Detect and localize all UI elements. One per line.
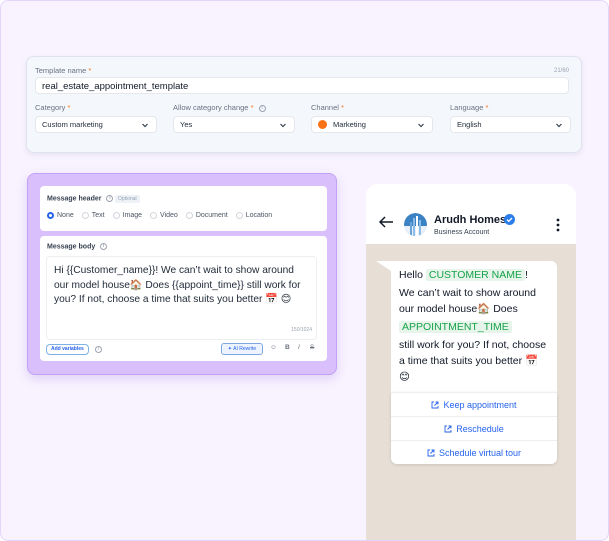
message-line: We can’t wait to show around our model h… (399, 287, 536, 315)
chevron-down-icon (418, 123, 424, 128)
radio-icon (81, 212, 89, 219)
message-body-title: Message body i (47, 243, 108, 250)
message-header-title: Message header i (47, 195, 114, 202)
channel-select[interactable]: Marketing (311, 116, 433, 133)
radio-text[interactable]: Text (81, 212, 105, 219)
radio-icon (150, 212, 158, 219)
message-editor-card: Message header i Optional None Text Imag… (27, 173, 337, 375)
language-label: Language * (450, 103, 489, 112)
channel-label: Channel * (311, 103, 344, 112)
radio-icon (235, 212, 243, 219)
chat-background: Hello CUSTOMER NAME! We can’t wait to sh… (366, 244, 576, 540)
language-select[interactable]: English (450, 116, 571, 133)
allow-category-change-label: Allow category change * i (173, 103, 266, 112)
ai-rewrite-button[interactable]: ✦ AI Rewrite (221, 343, 263, 355)
allow-category-change-select[interactable]: Yes (173, 116, 295, 133)
radio-selected-icon (47, 212, 54, 219)
body-char-count: 150/1024 (291, 326, 312, 333)
radio-image[interactable]: Image (112, 212, 142, 219)
more-options-icon[interactable] (556, 218, 560, 232)
template-name-label: Template name * (35, 66, 92, 75)
category-label: Category * (35, 103, 71, 112)
chevron-down-icon (142, 123, 148, 128)
business-name: Arudh Homes (434, 214, 507, 226)
message-bubble: Hello CUSTOMER NAME! We can’t wait to sh… (391, 261, 557, 400)
chat-header: Arudh Homes Business Account (366, 184, 576, 244)
category-select[interactable]: Custom marketing (35, 116, 157, 133)
info-icon[interactable]: i (258, 104, 266, 112)
italic-icon[interactable]: I (298, 344, 300, 351)
optional-badge: Optional (115, 195, 140, 203)
schedule-virtual-tour-button[interactable]: Schedule virtual tour (391, 440, 557, 464)
whatsapp-icon (318, 120, 327, 129)
info-icon[interactable]: i (95, 346, 102, 353)
bubble-tail (376, 261, 391, 271)
allow-change-value: Yes (180, 120, 193, 129)
message-body-textarea[interactable]: Hi {{Customer_name}}! We can’t wait to s… (46, 256, 317, 340)
business-subtitle: Business Account (434, 229, 490, 236)
chevron-down-icon (556, 123, 562, 128)
external-link-icon (432, 401, 439, 408)
page-frame: Template name * 21/60 real_estate_appoin… (0, 0, 609, 541)
message-line: still work for you? If not, choose a tim… (399, 339, 547, 383)
name-char-counter: 21/60 (553, 68, 569, 74)
external-link-icon (427, 449, 435, 456)
sparkle-icon: ✦ (227, 346, 232, 352)
channel-value: Marketing (333, 120, 366, 129)
message-header-section: Message header i Optional None Text Imag… (40, 186, 327, 231)
language-value: English (457, 120, 482, 129)
radio-icon (185, 212, 193, 219)
radio-video[interactable]: Video (150, 212, 178, 219)
template-name-input[interactable]: real_estate_appointment_template (35, 77, 569, 94)
keep-appointment-button[interactable]: Keep appointment (391, 392, 557, 416)
verified-badge-icon (504, 214, 515, 225)
whatsapp-preview: Arudh Homes Business Account Hello CUSTO… (366, 184, 576, 540)
template-settings-card: Template name * 21/60 real_estate_appoin… (26, 56, 582, 153)
radio-none[interactable]: None (47, 212, 74, 219)
header-type-radio-group: None Text Image Video Document Location (47, 212, 272, 219)
cta-button-list: Keep appointment Reschedule Schedule vir… (391, 392, 557, 464)
external-link-icon (444, 425, 452, 432)
radio-icon (112, 212, 120, 219)
radio-document[interactable]: Document (185, 212, 228, 219)
message-body-section: Message body i Hi {{Customer_name}}! We … (40, 236, 327, 361)
variable-customer-name: CUSTOMER NAME (425, 269, 526, 281)
category-value: Custom marketing (42, 120, 103, 129)
info-icon[interactable]: i (100, 243, 108, 250)
back-arrow-icon[interactable] (378, 216, 394, 228)
variable-appointment-time: APPOINTMENT_TIME (399, 321, 512, 333)
info-icon[interactable]: i (106, 195, 114, 202)
emoji-icon[interactable]: ☺ (270, 344, 277, 351)
reschedule-button[interactable]: Reschedule (391, 416, 557, 440)
business-avatar (404, 213, 427, 236)
radio-location[interactable]: Location (235, 212, 272, 219)
add-variables-button[interactable]: Add variables (46, 344, 89, 355)
strikethrough-icon[interactable]: S (310, 344, 314, 351)
chevron-down-icon (280, 123, 286, 128)
bold-icon[interactable]: B (285, 344, 290, 351)
